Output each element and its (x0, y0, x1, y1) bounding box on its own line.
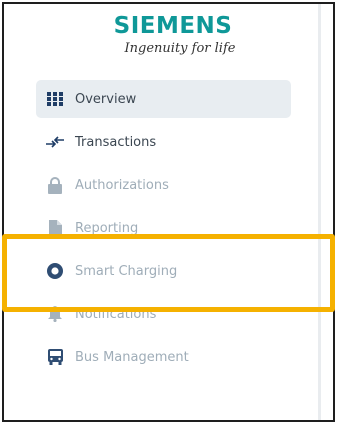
sidebar-item-label: Notifications (75, 306, 157, 322)
brand-tagline: Ingenuity for life (124, 41, 236, 56)
sidebar-item-overview[interactable]: Overview (36, 80, 291, 118)
transfer-arrows-icon (46, 133, 64, 151)
brand-name: SIEMENS (113, 13, 233, 39)
sidebar-item-label: Bus Management (75, 349, 189, 365)
sidebar-item-authorizations[interactable]: Authorizations (36, 166, 291, 204)
sidebar-item-transactions[interactable]: Transactions (36, 123, 291, 161)
sidebar-nav: Overview Transactions Authorizations Rep… (36, 80, 291, 381)
sidebar-item-notifications[interactable]: Notifications (36, 295, 291, 333)
sidebar-item-label: Authorizations (75, 177, 169, 193)
grid-icon (46, 90, 64, 108)
sidebar-item-label: Reporting (75, 220, 139, 236)
document-icon (46, 219, 64, 237)
sidebar-item-label: Smart Charging (75, 263, 178, 279)
bell-icon (46, 305, 64, 323)
sidebar-edge (318, 4, 321, 420)
gauge-icon (46, 262, 64, 280)
sidebar-item-label: Overview (75, 91, 137, 107)
sidebar-item-reporting[interactable]: Reporting (36, 209, 291, 247)
lock-icon (46, 176, 64, 194)
sidebar-item-label: Transactions (75, 134, 157, 150)
brand-logo: SIEMENS Ingenuity for life (88, 13, 258, 56)
bus-icon (46, 348, 64, 366)
sidebar-item-bus-management[interactable]: Bus Management (36, 338, 291, 376)
sidebar-item-smart-charging[interactable]: Smart Charging (36, 252, 291, 290)
